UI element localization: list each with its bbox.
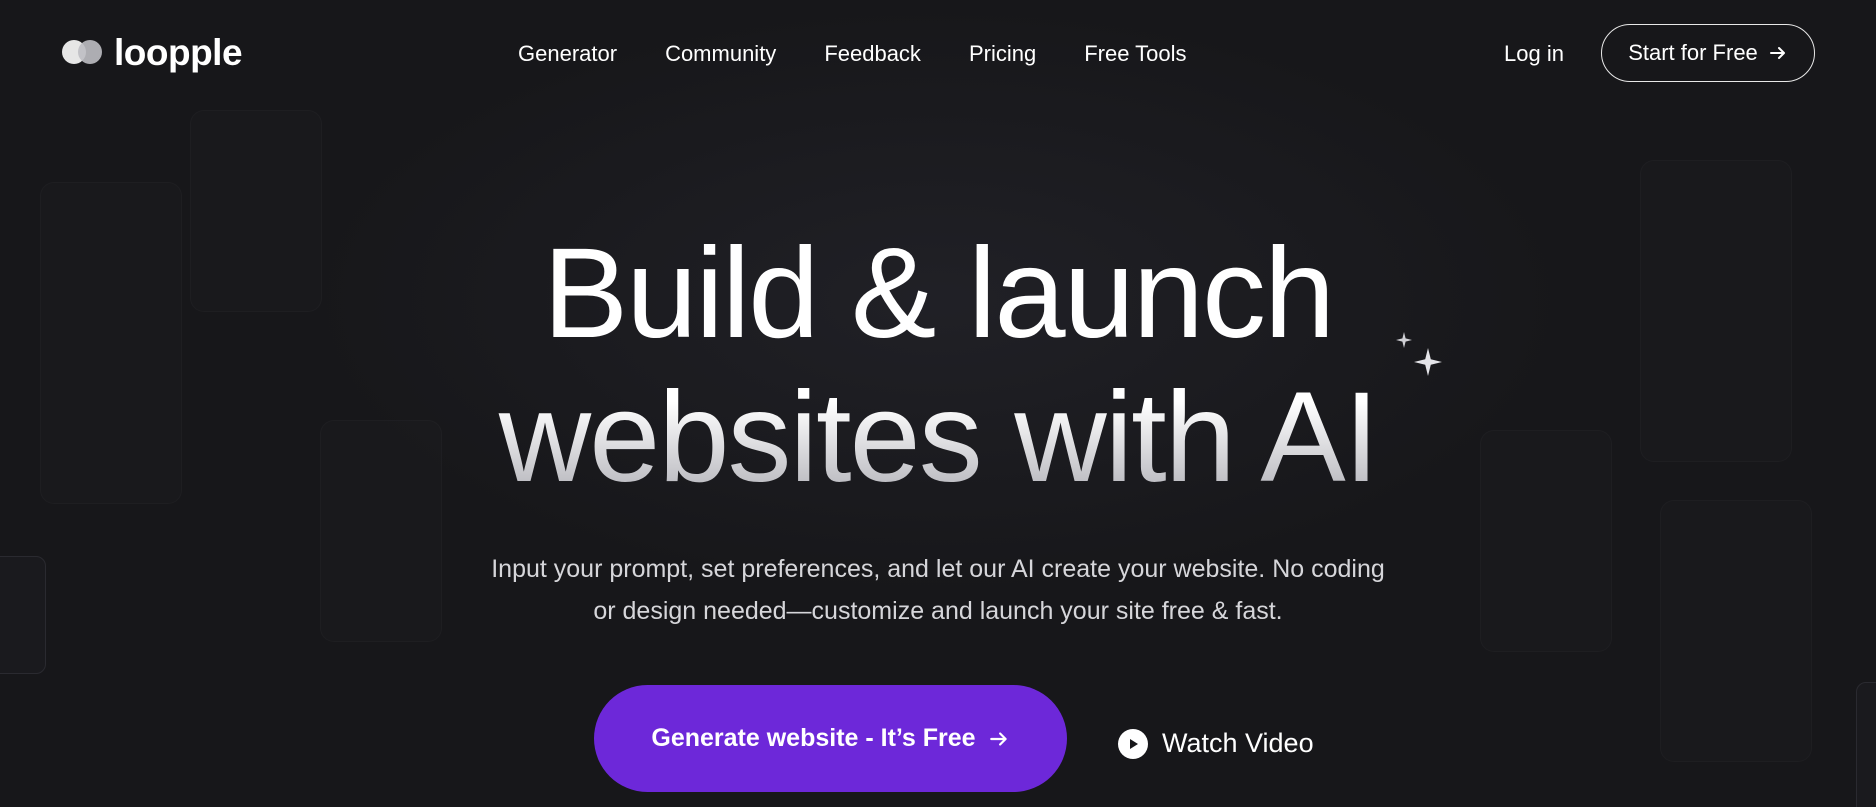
nav-item-community[interactable]: Community: [665, 36, 776, 72]
nav-item-free-tools[interactable]: Free Tools: [1084, 36, 1186, 72]
arrow-right-icon: [989, 731, 1007, 746]
edge-card: [0, 556, 46, 674]
sparkles-icon: [1396, 332, 1442, 376]
main-nav: Generator Community Feedback Pricing Fre…: [518, 36, 1187, 72]
hero-title-line-1: Build & launch: [542, 222, 1335, 365]
nav-item-feedback[interactable]: Feedback: [824, 36, 921, 72]
start-for-free-button[interactable]: Start for Free: [1601, 24, 1815, 82]
arrow-right-icon: [1769, 47, 1785, 59]
generate-website-button[interactable]: Generate website - It’s Free: [594, 685, 1067, 792]
logo-link[interactable]: loopple: [62, 30, 243, 74]
generate-website-label: Generate website - It’s Free: [651, 724, 976, 752]
hero-title-line-2: websites with AI: [0, 366, 1876, 510]
nav-item-generator[interactable]: Generator: [518, 36, 617, 72]
background-tile: [1660, 500, 1812, 762]
hero-subtitle: Input your prompt, set preferences, and …: [491, 555, 1385, 625]
play-icon: [1118, 728, 1148, 759]
watch-video-button[interactable]: Watch Video: [1118, 728, 1314, 759]
login-link[interactable]: Log in: [1504, 36, 1564, 72]
landing-page: loopple Generator Community Feedback Pri…: [0, 0, 1876, 807]
brand-name: loopple: [114, 31, 243, 73]
site-header: loopple Generator Community Feedback Pri…: [0, 0, 1876, 108]
logo-icon: [62, 38, 104, 66]
watch-video-label: Watch Video: [1162, 728, 1314, 758]
edge-card: [1856, 682, 1876, 807]
start-for-free-label: Start for Free: [1628, 40, 1758, 65]
nav-item-pricing[interactable]: Pricing: [969, 36, 1036, 72]
hero-title: Build & launch websites with AI: [0, 222, 1876, 510]
